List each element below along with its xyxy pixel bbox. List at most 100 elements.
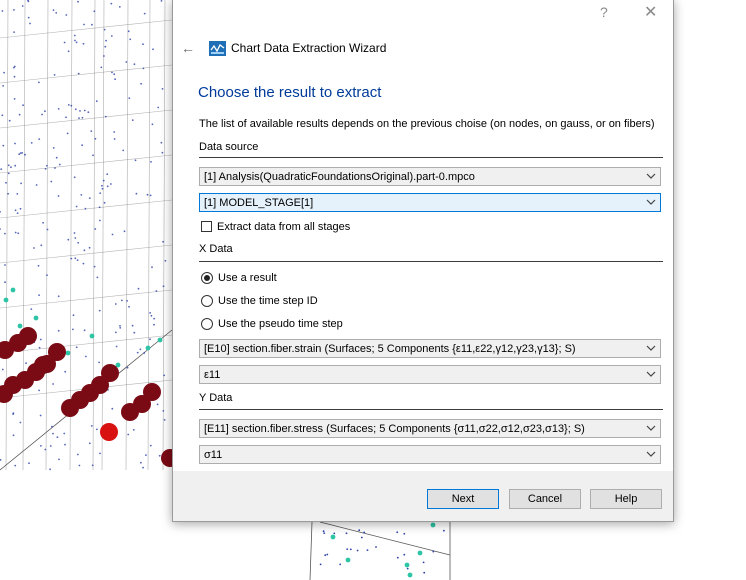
node-dot [98, 361, 100, 364]
node-dot [133, 331, 136, 334]
radio-use-result[interactable] [201, 272, 213, 284]
help-button[interactable]: Help [590, 489, 662, 509]
node-dot [126, 300, 128, 302]
x-result-combo[interactable]: [E10] section.fiber.strain (Surfaces; 5 … [199, 339, 661, 358]
radio-time-step-id[interactable] [201, 295, 213, 307]
radio-pseudo-time-step[interactable] [201, 318, 213, 330]
grid-line [0, 154, 173, 174]
chart-data-extraction-dialog: ? ✕ ← Chart Data Extraction Wizard Choos… [172, 0, 674, 522]
extract-all-stages-checkbox[interactable] [201, 221, 212, 232]
teal-node [65, 350, 71, 356]
node-dot [99, 192, 102, 195]
node-dot [432, 550, 435, 553]
chevron-down-icon [646, 199, 656, 205]
node-dot [143, 12, 146, 15]
node-dot [79, 110, 81, 112]
node-dot [72, 328, 74, 331]
analysis-combo[interactable]: [1] Analysis(QuadraticFoundationsOrigina… [199, 167, 661, 186]
node-dot [119, 325, 121, 327]
node-dot [164, 259, 167, 262]
x-component-combo-value: ε11 [204, 369, 221, 381]
node-dot [38, 81, 40, 84]
node-dot [70, 104, 73, 107]
node-dot [142, 466, 145, 469]
node-dot [12, 434, 15, 437]
node-dot [81, 144, 83, 147]
close-icon[interactable]: ✕ [644, 2, 657, 22]
node-dot [77, 453, 79, 456]
node-dot [14, 164, 17, 167]
node-dot [339, 563, 342, 566]
next-button[interactable]: Next [427, 489, 499, 509]
y-component-combo-value: σ11 [204, 449, 223, 461]
node-dot [14, 209, 17, 212]
stage-combo[interactable]: [1] MODEL_STAGE[1] [199, 193, 661, 212]
node-dot [16, 212, 19, 215]
grid-line [0, 244, 173, 264]
node-dot [126, 366, 129, 369]
node-dot [5, 181, 7, 184]
help-icon[interactable]: ? [600, 4, 608, 20]
node-dot [4, 281, 6, 284]
node-dot [162, 240, 165, 243]
node-dot [18, 153, 21, 156]
back-arrow-icon[interactable]: ← [181, 40, 195, 56]
node-dot [136, 351, 139, 354]
node-dot [104, 115, 107, 118]
stage-combo-value: [1] MODEL_STAGE[1] [204, 197, 314, 209]
x-component-combo[interactable]: ε11 [199, 365, 661, 384]
node-dot [39, 338, 42, 341]
y-result-combo[interactable]: [E11] section.fiber.stress (Surfaces; 5 … [199, 419, 661, 438]
node-dot [57, 195, 60, 197]
node-dot [58, 458, 60, 461]
node-dot [7, 192, 9, 195]
node-dot [127, 30, 130, 33]
node-dot [143, 352, 146, 354]
node-dot [78, 117, 80, 119]
node-dot [133, 63, 136, 66]
radio-pseudo-time-step-label[interactable]: Use the pseudo time step [218, 318, 343, 330]
node-dot [363, 531, 366, 534]
node-dot [375, 546, 377, 548]
node-dot [103, 55, 105, 57]
radio-selected-dot [204, 275, 210, 281]
node-dot [113, 138, 116, 140]
node-dot [443, 529, 445, 532]
node-dot [122, 149, 125, 152]
node-dot [127, 433, 130, 436]
node-dot [98, 206, 101, 209]
extract-all-stages-label[interactable]: Extract data from all stages [217, 221, 350, 233]
grid-line [22, 0, 26, 471]
node-dot [21, 5, 24, 7]
node-dot [49, 468, 51, 471]
radio-use-result-label[interactable]: Use a result [218, 272, 277, 284]
node-dot [94, 137, 97, 140]
dialog-footer: Next Cancel Help [173, 471, 673, 521]
description-text: The list of available results depends on… [199, 118, 655, 130]
y-component-combo[interactable]: σ11 [199, 445, 661, 464]
grid-line [101, 0, 105, 471]
node-dot [74, 257, 77, 260]
node-dot [103, 28, 106, 31]
node-dot [39, 414, 42, 417]
node-dot [134, 159, 137, 162]
radio-time-step-id-label[interactable]: Use the time step ID [218, 295, 318, 307]
x-data-label: X Data [199, 243, 233, 255]
fiber-node-highlight [100, 423, 118, 441]
node-dot [7, 172, 10, 175]
node-dot [149, 338, 151, 341]
node-dot [406, 567, 409, 570]
node-dot [27, 0, 30, 3]
node-dot [7, 164, 10, 167]
node-dot [153, 323, 155, 326]
node-dot [27, 16, 30, 19]
cancel-button[interactable]: Cancel [509, 489, 581, 509]
node-dot [142, 67, 145, 70]
node-dot [91, 464, 94, 467]
grid-line [0, 64, 173, 84]
y-data-label: Y Data [199, 392, 233, 404]
node-dot [67, 238, 70, 241]
node-dot [140, 461, 142, 464]
teal-node [33, 315, 39, 321]
node-dot [121, 299, 123, 302]
